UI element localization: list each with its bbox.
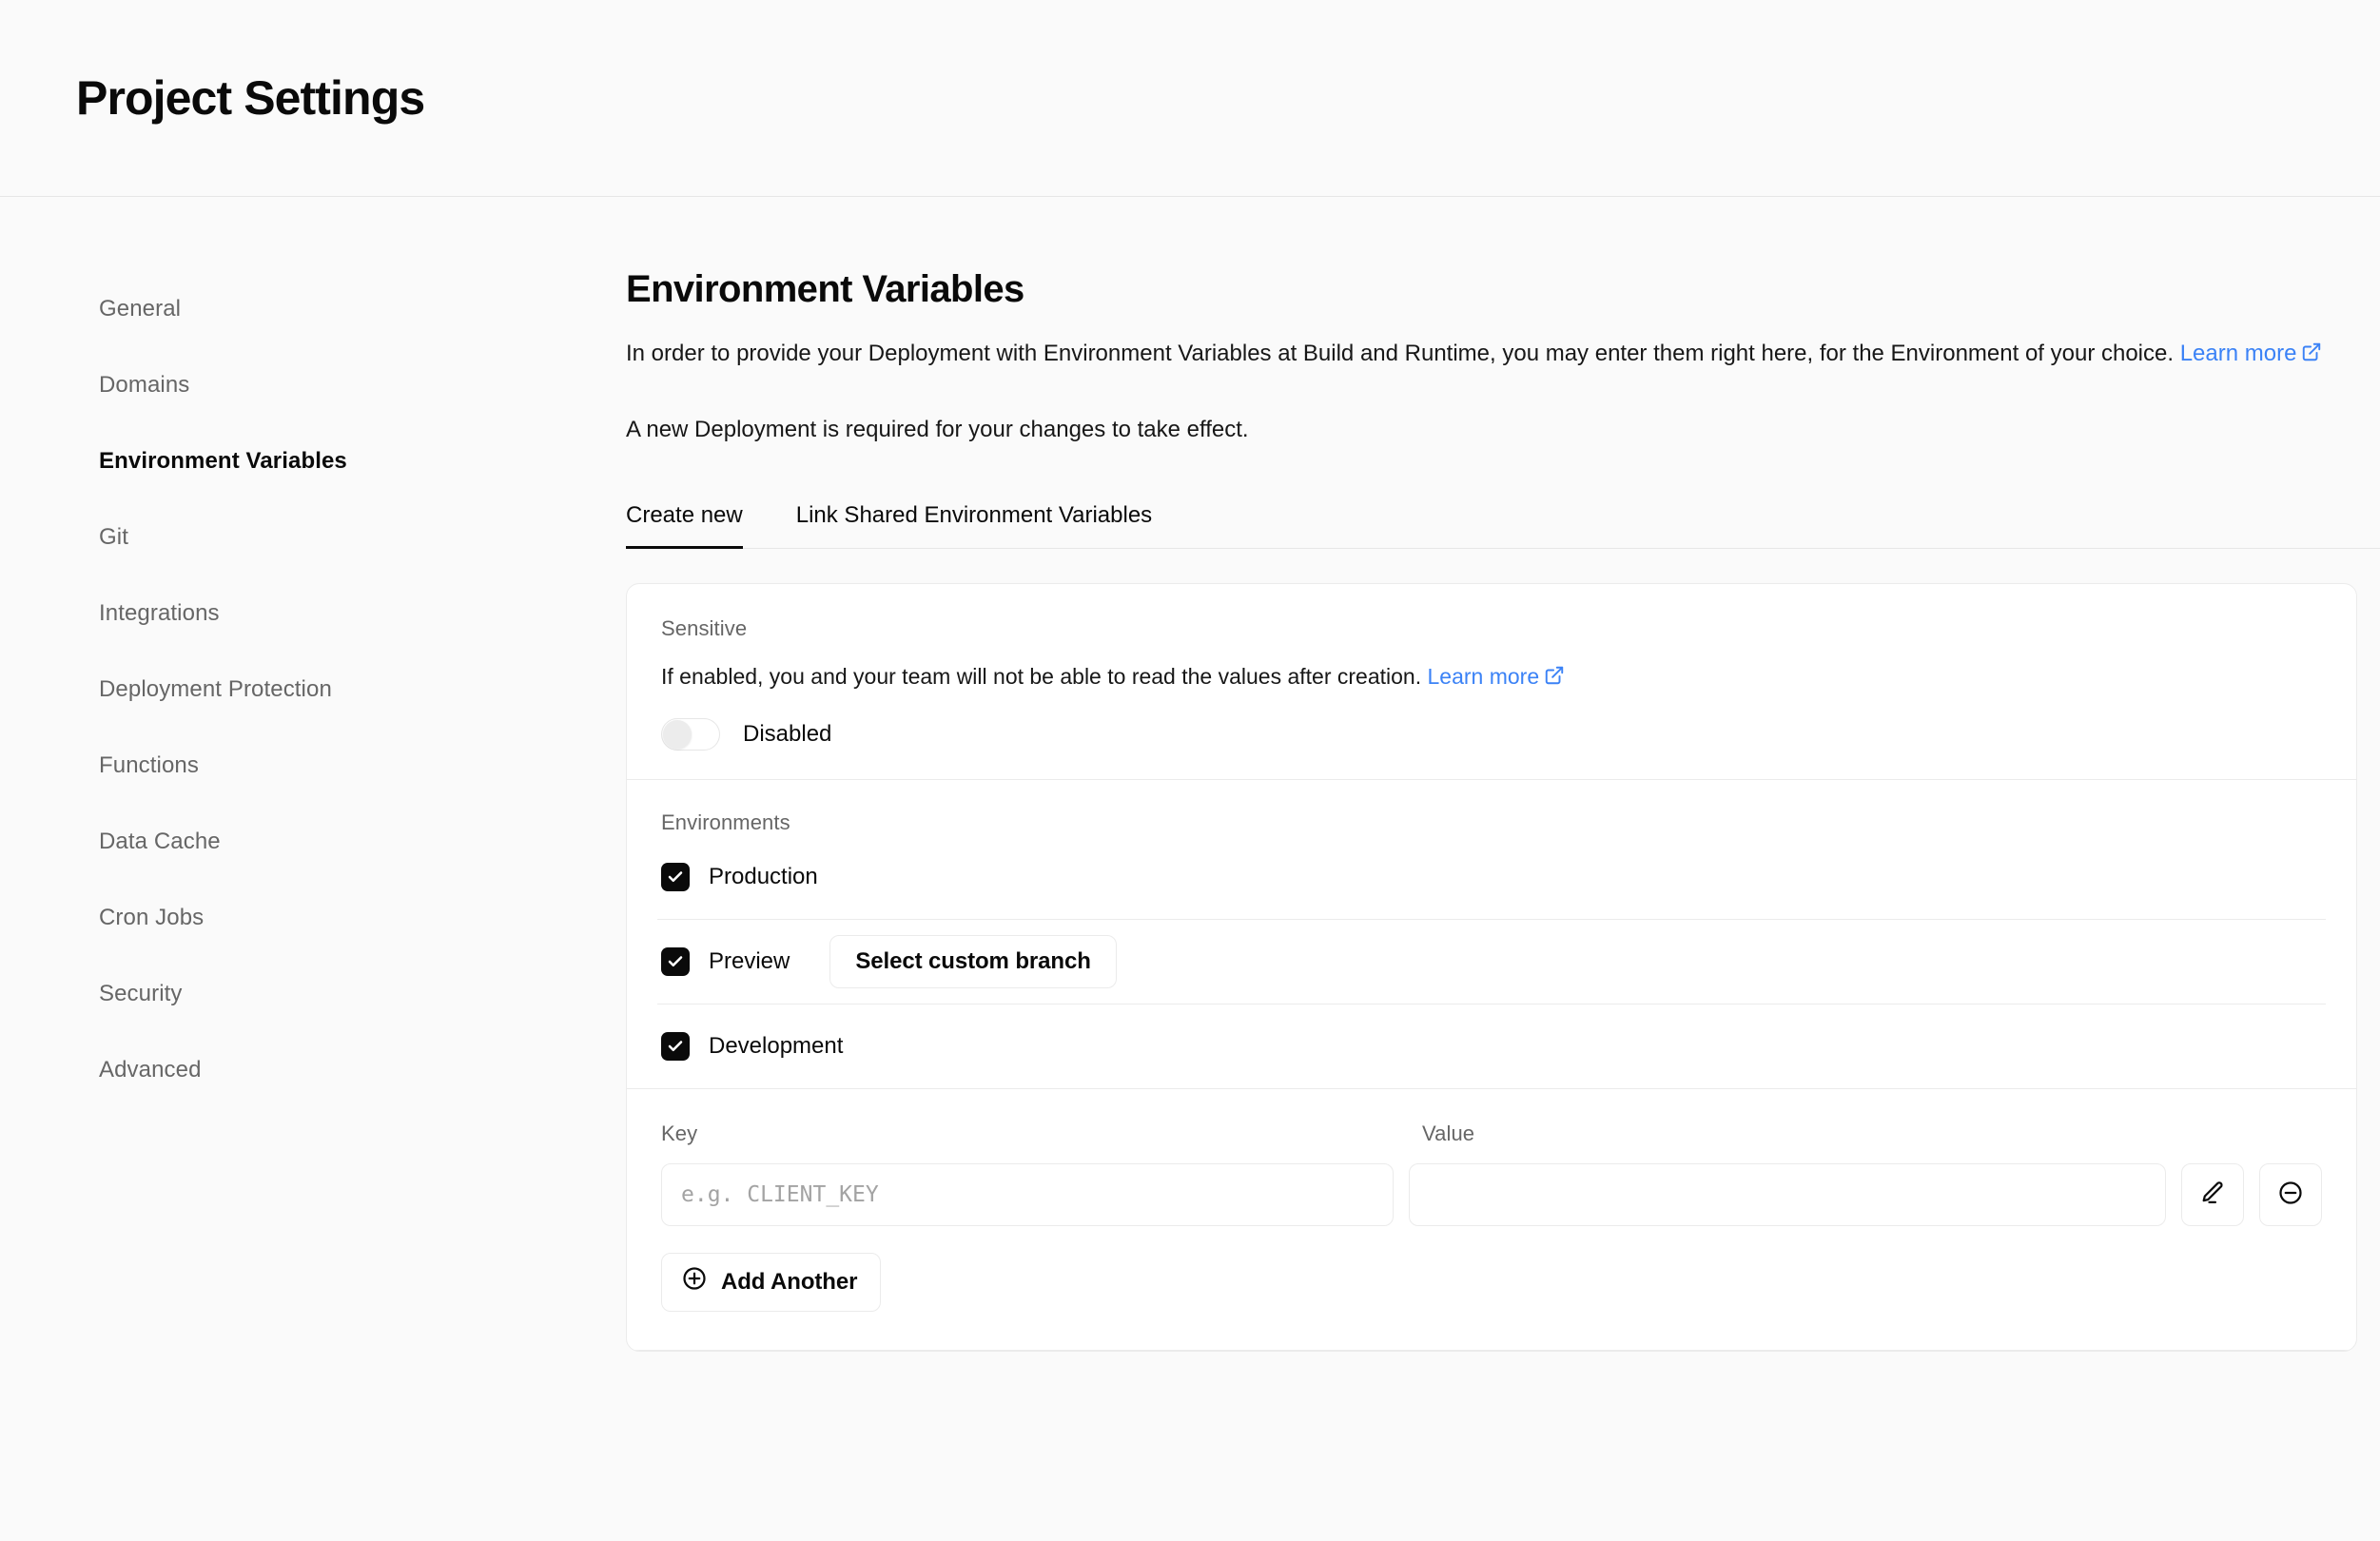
sidebar-item-label: Integrations [99, 600, 220, 626]
value-label: Value [1422, 1121, 1475, 1145]
sidebar-item-cron-jobs[interactable]: Cron Jobs [0, 880, 626, 956]
learn-more-link[interactable]: Learn more [2180, 341, 2323, 366]
sidebar-item-label: Advanced [99, 1057, 202, 1083]
pencil-icon [2199, 1180, 2226, 1209]
sidebar-item-label: Data Cache [99, 829, 221, 854]
value-input[interactable] [1409, 1162, 2166, 1226]
checkbox-production[interactable] [661, 862, 690, 891]
select-custom-branch-button[interactable]: Select custom branch [829, 934, 1117, 988]
sidebar-item-data-cache[interactable]: Data Cache [0, 804, 626, 880]
tabs-bar: Create new Link Shared Environment Varia… [626, 502, 2380, 549]
check-icon [668, 871, 683, 882]
environment-label: Production [709, 863, 818, 889]
main-content: Environment Variables In order to provid… [626, 197, 2380, 1352]
sensitive-learn-more-label: Learn more [1427, 663, 1540, 689]
page-title: Project Settings [76, 71, 425, 125]
environments-section: Environments Production Preview Select c… [627, 780, 2356, 1088]
minus-circle-icon [2277, 1180, 2304, 1209]
sensitive-toggle[interactable] [661, 717, 720, 751]
environment-row-preview[interactable]: Preview Select custom branch [627, 920, 2356, 1004]
sidebar-item-label: General [99, 296, 182, 322]
section-description-text: In order to provide your Deployment with… [626, 341, 2180, 366]
sidebar-item-general[interactable]: General [0, 271, 626, 347]
deployment-note: A new Deployment is required for your ch… [626, 416, 1249, 442]
check-icon [668, 956, 683, 966]
key-value-section: Key Value e.g. CLIENT_KEY Add Another [627, 1089, 2356, 1350]
page-body: General Domains Environment Variables Gi… [0, 197, 2380, 1540]
environment-row-development[interactable]: Development [627, 1005, 2356, 1088]
checkbox-development[interactable] [661, 1031, 690, 1061]
sidebar-item-advanced[interactable]: Advanced [0, 1032, 626, 1108]
sidebar-item-functions[interactable]: Functions [0, 728, 626, 804]
sidebar-item-environment-variables[interactable]: Environment Variables [0, 423, 626, 499]
key-input[interactable] [661, 1162, 1394, 1226]
environment-row-production[interactable]: Production [627, 835, 2356, 919]
external-link-icon [2301, 338, 2322, 375]
page-header: Project Settings [0, 0, 2380, 197]
sidebar-item-label: Domains [99, 372, 190, 398]
environment-label: Development [709, 1032, 844, 1059]
sensitive-description: If enabled, you and your team will not b… [661, 664, 2322, 692]
sensitive-section: Sensitive If enabled, you and your team … [627, 584, 2356, 779]
sensitive-label: Sensitive [661, 615, 748, 640]
sensitive-description-text: If enabled, you and your team will not b… [661, 663, 1428, 689]
add-another-label: Add Another [721, 1268, 858, 1295]
create-new-variable-card: Sensitive If enabled, you and your team … [626, 582, 2357, 1352]
sidebar-item-label: Deployment Protection [99, 676, 332, 702]
checkbox-preview[interactable] [661, 946, 690, 976]
sidebar-item-integrations[interactable]: Integrations [0, 575, 626, 652]
sidebar-item-label: Environment Variables [99, 448, 347, 474]
tab-label: Link Shared Environment Variables [795, 501, 1153, 528]
card-bottom-divider [627, 1349, 2356, 1351]
toggle-knob [663, 719, 692, 749]
plus-circle-icon [681, 1265, 708, 1298]
sidebar-item-domains[interactable]: Domains [0, 347, 626, 423]
sidebar-item-git[interactable]: Git [0, 499, 626, 575]
tab-create-new[interactable]: Create new [626, 501, 743, 549]
add-another-button[interactable]: Add Another [661, 1252, 882, 1312]
environments-header: Environments [627, 810, 2356, 835]
sidebar-item-security[interactable]: Security [0, 956, 626, 1032]
section-description: In order to provide your Deployment with… [626, 336, 2348, 375]
sidebar-item-label: Security [99, 981, 183, 1006]
sidebar-item-label: Git [99, 524, 128, 550]
key-value-labels: Key Value [661, 1122, 2322, 1146]
key-value-inputs-row [661, 1162, 2322, 1226]
key-label: Key [661, 1121, 698, 1145]
settings-sidebar: General Domains Environment Variables Gi… [0, 197, 626, 1540]
section-title: Environment Variables [626, 268, 1024, 310]
environment-label: Preview [709, 947, 790, 974]
edit-value-button[interactable] [2181, 1162, 2244, 1226]
tab-link-shared-environment-variables[interactable]: Link Shared Environment Variables [796, 502, 1177, 548]
check-icon [668, 1041, 683, 1051]
sensitive-toggle-state-label: Disabled [743, 720, 832, 747]
sidebar-item-label: Cron Jobs [99, 905, 205, 930]
learn-more-label: Learn more [2179, 341, 2297, 366]
remove-variable-button[interactable] [2259, 1162, 2322, 1226]
sidebar-item-deployment-protection[interactable]: Deployment Protection [0, 652, 626, 728]
sensitive-learn-more-link[interactable]: Learn more [1428, 664, 1566, 689]
sidebar-item-label: Functions [99, 752, 199, 778]
sensitive-toggle-row: Disabled [661, 717, 2322, 751]
tab-label: Create new [626, 501, 743, 528]
environments-label: Environments [661, 810, 790, 834]
external-link-icon [1544, 665, 1565, 692]
